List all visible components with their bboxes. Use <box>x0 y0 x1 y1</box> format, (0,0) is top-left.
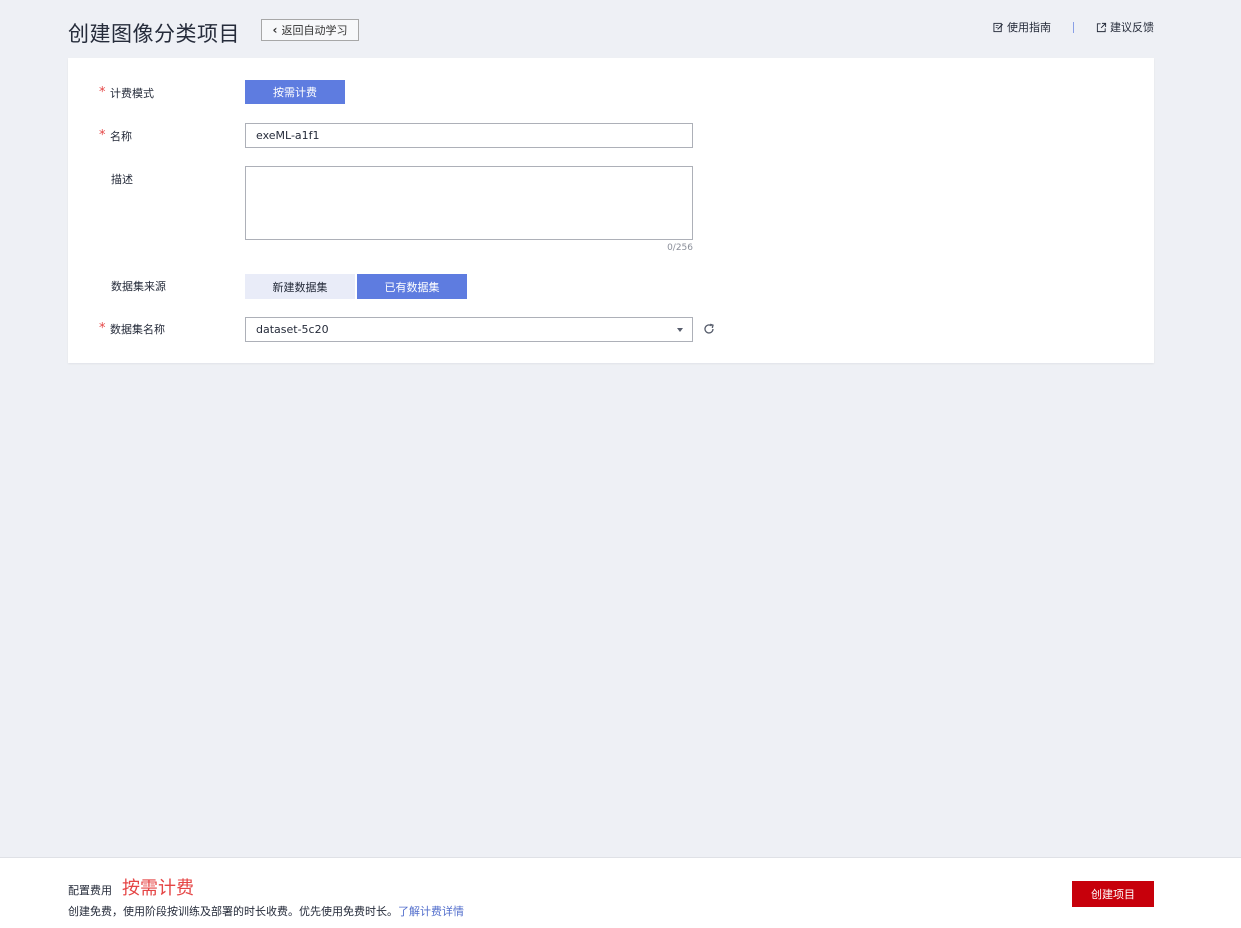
fee-value: 按需计费 <box>122 878 194 899</box>
dataset-source-label: 数据集来源 <box>111 279 166 293</box>
dataset-name-value: dataset-5c20 <box>256 323 329 336</box>
dataset-name-label: * 数据集名称 <box>99 321 165 336</box>
refresh-icon[interactable] <box>702 322 716 336</box>
fee-note: 创建免费，使用阶段按训练及部署的时长收费。优先使用免费时长。了解计费详情 <box>68 903 464 919</box>
footer-bar: 配置费用 按需计费 创建免费，使用阶段按训练及部署的时长收费。优先使用免费时长。… <box>0 857 1241 928</box>
chevron-left-icon: ‹ <box>272 23 278 37</box>
back-button-label: 返回自动学习 <box>281 24 348 37</box>
guide-link-label: 使用指南 <box>1007 21 1051 34</box>
name-label: * 名称 <box>99 128 132 143</box>
required-mark: * <box>99 85 106 100</box>
fee-note-text: 创建免费，使用阶段按训练及部署的时长收费。优先使用免费时长。 <box>68 905 398 918</box>
billing-mode-label: * 计费模式 <box>99 85 154 100</box>
description-label: 描述 <box>111 172 133 186</box>
create-project-button[interactable]: 创建项目 <box>1072 881 1154 907</box>
description-char-counter: 0/256 <box>667 243 693 253</box>
edit-doc-icon <box>993 22 1004 32</box>
back-to-auto-learning-button[interactable]: ‹ 返回自动学习 <box>261 19 359 41</box>
fee-label: 配置费用 <box>68 884 112 897</box>
page: 创建图像分类项目 ‹ 返回自动学习 使用指南 建议反馈 * 计费模式 按需计费 … <box>0 0 1241 928</box>
caret-down-icon <box>677 328 683 332</box>
feedback-link[interactable]: 建议反馈 <box>1096 19 1154 35</box>
dataset-name-select[interactable]: dataset-5c20 <box>245 317 693 342</box>
external-link-icon <box>1096 22 1107 32</box>
new-dataset-option[interactable]: 新建数据集 <box>245 274 355 299</box>
top-links: 使用指南 建议反馈 <box>993 18 1154 36</box>
required-mark: * <box>99 128 106 143</box>
page-title: 创建图像分类项目 <box>68 22 240 46</box>
guide-link[interactable]: 使用指南 <box>993 19 1051 35</box>
required-mark: * <box>99 321 106 336</box>
feedback-link-label: 建议反馈 <box>1110 21 1154 34</box>
existing-dataset-option[interactable]: 已有数据集 <box>357 274 467 299</box>
project-form-card: * 计费模式 按需计费 * 名称 exeML-a1f1 描述 0/256 数据集… <box>68 58 1154 363</box>
divider <box>1073 21 1074 33</box>
description-textarea[interactable] <box>245 166 693 240</box>
billing-on-demand-button[interactable]: 按需计费 <box>245 80 345 104</box>
name-input[interactable]: exeML-a1f1 <box>245 123 693 148</box>
billing-details-link[interactable]: 了解计费详情 <box>398 905 464 918</box>
